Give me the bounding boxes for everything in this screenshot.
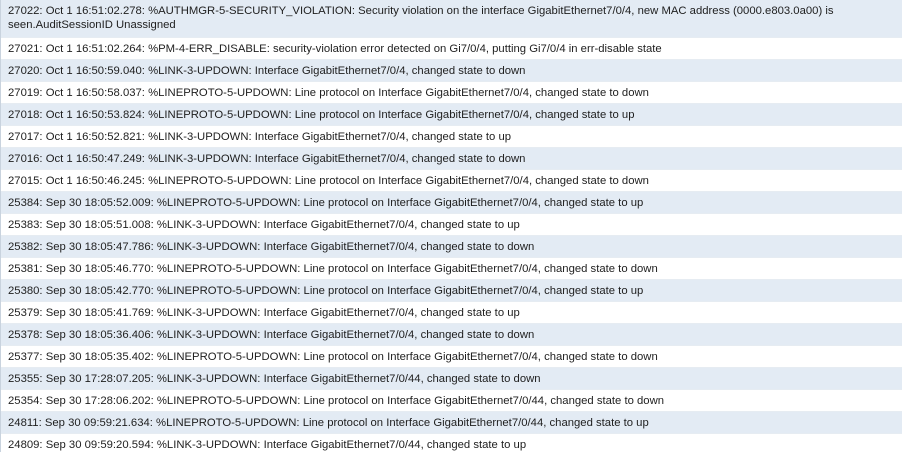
log-row[interactable]: 27022: Oct 1 16:51:02.278: %AUTHMGR-5-SE… [1, 0, 902, 38]
log-row[interactable]: 25354: Sep 30 17:28:06.202: %LINEPROTO-5… [1, 390, 902, 412]
log-row[interactable]: 27021: Oct 1 16:51:02.264: %PM-4-ERR_DIS… [1, 38, 902, 60]
log-row[interactable]: 27016: Oct 1 16:50:47.249: %LINK-3-UPDOW… [1, 148, 902, 170]
log-row[interactable]: 25379: Sep 30 18:05:41.769: %LINK-3-UPDO… [1, 302, 902, 324]
log-row[interactable]: 27015: Oct 1 16:50:46.245: %LINEPROTO-5-… [1, 170, 902, 192]
log-row[interactable]: 27018: Oct 1 16:50:53.824: %LINEPROTO-5-… [1, 104, 902, 126]
log-list: 27022: Oct 1 16:51:02.278: %AUTHMGR-5-SE… [0, 0, 902, 452]
log-row[interactable]: 27019: Oct 1 16:50:58.037: %LINEPROTO-5-… [1, 82, 902, 104]
log-row[interactable]: 25381: Sep 30 18:05:46.770: %LINEPROTO-5… [1, 258, 902, 280]
log-row[interactable]: 25382: Sep 30 18:05:47.786: %LINK-3-UPDO… [1, 236, 902, 258]
log-row[interactable]: 25384: Sep 30 18:05:52.009: %LINEPROTO-5… [1, 192, 902, 214]
log-row[interactable]: 25380: Sep 30 18:05:42.770: %LINEPROTO-5… [1, 280, 902, 302]
log-row[interactable]: 25383: Sep 30 18:05:51.008: %LINK-3-UPDO… [1, 214, 902, 236]
log-row[interactable]: 24809: Sep 30 09:59:20.594: %LINK-3-UPDO… [1, 434, 902, 452]
log-row[interactable]: 25377: Sep 30 18:05:35.402: %LINEPROTO-5… [1, 346, 902, 368]
log-row[interactable]: 27020: Oct 1 16:50:59.040: %LINK-3-UPDOW… [1, 60, 902, 82]
log-row[interactable]: 25378: Sep 30 18:05:36.406: %LINK-3-UPDO… [1, 324, 902, 346]
log-row[interactable]: 25355: Sep 30 17:28:07.205: %LINK-3-UPDO… [1, 368, 902, 390]
log-row[interactable]: 24811: Sep 30 09:59:21.634: %LINEPROTO-5… [1, 412, 902, 434]
log-row[interactable]: 27017: Oct 1 16:50:52.821: %LINK-3-UPDOW… [1, 126, 902, 148]
